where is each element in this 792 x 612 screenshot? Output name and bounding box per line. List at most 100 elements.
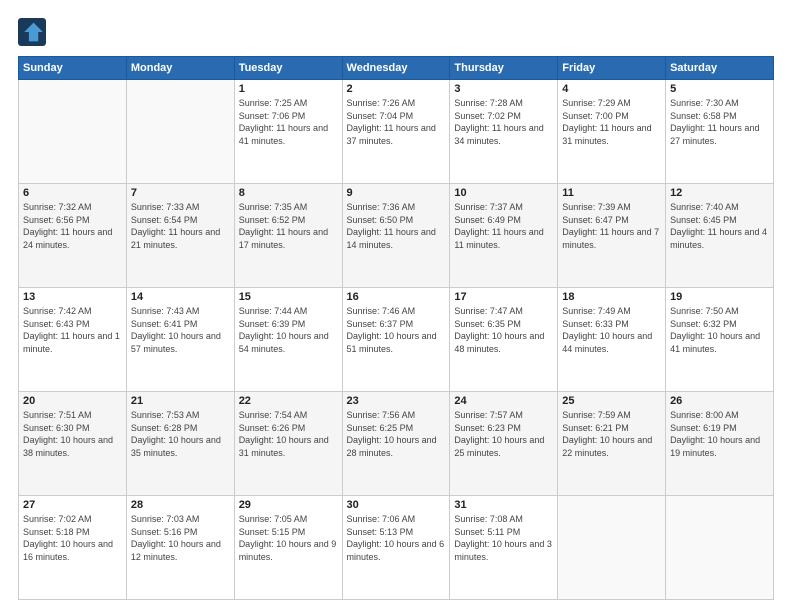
day-number: 2 <box>347 83 446 95</box>
day-info: Sunrise: 7:32 AM Sunset: 6:56 PM Dayligh… <box>23 201 122 251</box>
day-number: 1 <box>239 83 338 95</box>
day-info: Sunrise: 7:56 AM Sunset: 6:25 PM Dayligh… <box>347 409 446 459</box>
day-number: 20 <box>23 395 122 407</box>
day-number: 7 <box>131 187 230 199</box>
day-info: Sunrise: 7:37 AM Sunset: 6:49 PM Dayligh… <box>454 201 553 251</box>
calendar-cell: 22 Sunrise: 7:54 AM Sunset: 6:26 PM Dayli… <box>234 392 342 496</box>
day-number: 6 <box>23 187 122 199</box>
day-info: Sunrise: 7:44 AM Sunset: 6:39 PM Dayligh… <box>239 305 338 355</box>
header <box>18 18 774 46</box>
day-number: 11 <box>562 187 661 199</box>
calendar-cell: 10Sunrise: 7:37 AM Sunset: 6:49 PM Dayli… <box>450 184 558 288</box>
calendar-cell <box>666 496 774 600</box>
day-number: 28 <box>131 499 230 511</box>
calendar-cell: 17 Sunrise: 7:47 AM Sunset: 6:35 PM Dayli… <box>450 288 558 392</box>
logo <box>18 18 50 46</box>
day-info: Sunrise: 7:46 AM Sunset: 6:37 PM Dayligh… <box>347 305 446 355</box>
calendar-cell: 5Sunrise: 7:30 AM Sunset: 6:58 PM Daylig… <box>666 80 774 184</box>
day-number: 17 <box>454 291 553 303</box>
day-info: Sunrise: 7:49 AM Sunset: 6:33 PM Dayligh… <box>562 305 661 355</box>
page: SundayMondayTuesdayWednesdayThursdayFrid… <box>0 0 792 612</box>
day-info: Sunrise: 7:08 AM Sunset: 5:11 PM Dayligh… <box>454 513 553 563</box>
day-info: Sunrise: 7:57 AM Sunset: 6:23 PM Dayligh… <box>454 409 553 459</box>
weekday-header: Friday <box>558 57 666 80</box>
day-number: 27 <box>23 499 122 511</box>
calendar-cell: 18 Sunrise: 7:49 AM Sunset: 6:33 PM Dayli… <box>558 288 666 392</box>
calendar-week-row: 1 Sunrise: 7:25 AM Sunset: 7:06 PM Daylig… <box>19 80 774 184</box>
day-info: Sunrise: 7:40 AM Sunset: 6:45 PM Dayligh… <box>670 201 769 251</box>
calendar-cell: 26 Sunrise: 8:00 AM Sunset: 6:19 PM Dayli… <box>666 392 774 496</box>
weekday-header: Saturday <box>666 57 774 80</box>
day-number: 12 <box>670 187 769 199</box>
day-number: 31 <box>454 499 553 511</box>
calendar-cell: 4Sunrise: 7:29 AM Sunset: 7:00 PM Daylig… <box>558 80 666 184</box>
day-info: Sunrise: 7:43 AM Sunset: 6:41 PM Dayligh… <box>131 305 230 355</box>
weekday-header: Monday <box>126 57 234 80</box>
day-number: 13 <box>23 291 122 303</box>
calendar-cell: 23Sunrise: 7:56 AM Sunset: 6:25 PM Dayli… <box>342 392 450 496</box>
calendar-cell: 11 Sunrise: 7:39 AM Sunset: 6:47 PM Dayli… <box>558 184 666 288</box>
calendar-cell: 19 Sunrise: 7:50 AM Sunset: 6:32 PM Dayli… <box>666 288 774 392</box>
calendar-cell: 14Sunrise: 7:43 AM Sunset: 6:41 PM Dayli… <box>126 288 234 392</box>
day-number: 29 <box>239 499 338 511</box>
day-number: 5 <box>670 83 769 95</box>
calendar-week-row: 27 Sunrise: 7:02 AM Sunset: 5:18 PM Dayli… <box>19 496 774 600</box>
day-number: 22 <box>239 395 338 407</box>
calendar-week-row: 20Sunrise: 7:51 AM Sunset: 6:30 PM Dayli… <box>19 392 774 496</box>
day-info: Sunrise: 7:50 AM Sunset: 6:32 PM Dayligh… <box>670 305 769 355</box>
calendar-cell: 28 Sunrise: 7:03 AM Sunset: 5:16 PM Dayli… <box>126 496 234 600</box>
calendar-cell: 12 Sunrise: 7:40 AM Sunset: 6:45 PM Dayli… <box>666 184 774 288</box>
calendar-cell: 25 Sunrise: 7:59 AM Sunset: 6:21 PM Dayli… <box>558 392 666 496</box>
day-info: Sunrise: 7:59 AM Sunset: 6:21 PM Dayligh… <box>562 409 661 459</box>
calendar-cell: 6 Sunrise: 7:32 AM Sunset: 6:56 PM Daylig… <box>19 184 127 288</box>
weekday-header-row: SundayMondayTuesdayWednesdayThursdayFrid… <box>19 57 774 80</box>
day-number: 24 <box>454 395 553 407</box>
day-info: Sunrise: 7:39 AM Sunset: 6:47 PM Dayligh… <box>562 201 661 251</box>
day-number: 30 <box>347 499 446 511</box>
day-number: 18 <box>562 291 661 303</box>
calendar-cell: 2 Sunrise: 7:26 AM Sunset: 7:04 PM Daylig… <box>342 80 450 184</box>
calendar-table: SundayMondayTuesdayWednesdayThursdayFrid… <box>18 56 774 600</box>
day-number: 25 <box>562 395 661 407</box>
day-number: 15 <box>239 291 338 303</box>
day-number: 26 <box>670 395 769 407</box>
calendar-cell: 24 Sunrise: 7:57 AM Sunset: 6:23 PM Dayli… <box>450 392 558 496</box>
day-info: Sunrise: 7:42 AM Sunset: 6:43 PM Dayligh… <box>23 305 122 355</box>
calendar-cell: 27 Sunrise: 7:02 AM Sunset: 5:18 PM Dayli… <box>19 496 127 600</box>
day-number: 19 <box>670 291 769 303</box>
day-info: Sunrise: 7:54 AM Sunset: 6:26 PM Dayligh… <box>239 409 338 459</box>
calendar-week-row: 6 Sunrise: 7:32 AM Sunset: 6:56 PM Daylig… <box>19 184 774 288</box>
calendar-week-row: 13 Sunrise: 7:42 AM Sunset: 6:43 PM Dayli… <box>19 288 774 392</box>
day-number: 9 <box>347 187 446 199</box>
day-info: Sunrise: 7:06 AM Sunset: 5:13 PM Dayligh… <box>347 513 446 563</box>
day-number: 8 <box>239 187 338 199</box>
day-info: Sunrise: 8:00 AM Sunset: 6:19 PM Dayligh… <box>670 409 769 459</box>
calendar-cell: 15 Sunrise: 7:44 AM Sunset: 6:39 PM Dayli… <box>234 288 342 392</box>
day-info: Sunrise: 7:47 AM Sunset: 6:35 PM Dayligh… <box>454 305 553 355</box>
calendar-cell: 9Sunrise: 7:36 AM Sunset: 6:50 PM Daylig… <box>342 184 450 288</box>
day-info: Sunrise: 7:25 AM Sunset: 7:06 PM Dayligh… <box>239 97 338 147</box>
weekday-header: Wednesday <box>342 57 450 80</box>
calendar-cell: 31 Sunrise: 7:08 AM Sunset: 5:11 PM Dayli… <box>450 496 558 600</box>
day-info: Sunrise: 7:35 AM Sunset: 6:52 PM Dayligh… <box>239 201 338 251</box>
day-number: 21 <box>131 395 230 407</box>
weekday-header: Thursday <box>450 57 558 80</box>
day-info: Sunrise: 7:28 AM Sunset: 7:02 PM Dayligh… <box>454 97 553 147</box>
calendar-cell: 7Sunrise: 7:33 AM Sunset: 6:54 PM Daylig… <box>126 184 234 288</box>
calendar-cell <box>19 80 127 184</box>
day-info: Sunrise: 7:03 AM Sunset: 5:16 PM Dayligh… <box>131 513 230 563</box>
calendar-cell: 30 Sunrise: 7:06 AM Sunset: 5:13 PM Dayli… <box>342 496 450 600</box>
day-info: Sunrise: 7:02 AM Sunset: 5:18 PM Dayligh… <box>23 513 122 563</box>
day-info: Sunrise: 7:53 AM Sunset: 6:28 PM Dayligh… <box>131 409 230 459</box>
logo-icon <box>18 18 46 46</box>
calendar-cell: 16 Sunrise: 7:46 AM Sunset: 6:37 PM Dayli… <box>342 288 450 392</box>
calendar-cell: 20Sunrise: 7:51 AM Sunset: 6:30 PM Dayli… <box>19 392 127 496</box>
calendar-cell: 29Sunrise: 7:05 AM Sunset: 5:15 PM Dayli… <box>234 496 342 600</box>
calendar-cell: 1 Sunrise: 7:25 AM Sunset: 7:06 PM Daylig… <box>234 80 342 184</box>
calendar-cell <box>126 80 234 184</box>
weekday-header: Tuesday <box>234 57 342 80</box>
day-info: Sunrise: 7:26 AM Sunset: 7:04 PM Dayligh… <box>347 97 446 147</box>
calendar-cell: 13 Sunrise: 7:42 AM Sunset: 6:43 PM Dayli… <box>19 288 127 392</box>
calendar-cell: 8 Sunrise: 7:35 AM Sunset: 6:52 PM Daylig… <box>234 184 342 288</box>
day-number: 16 <box>347 291 446 303</box>
